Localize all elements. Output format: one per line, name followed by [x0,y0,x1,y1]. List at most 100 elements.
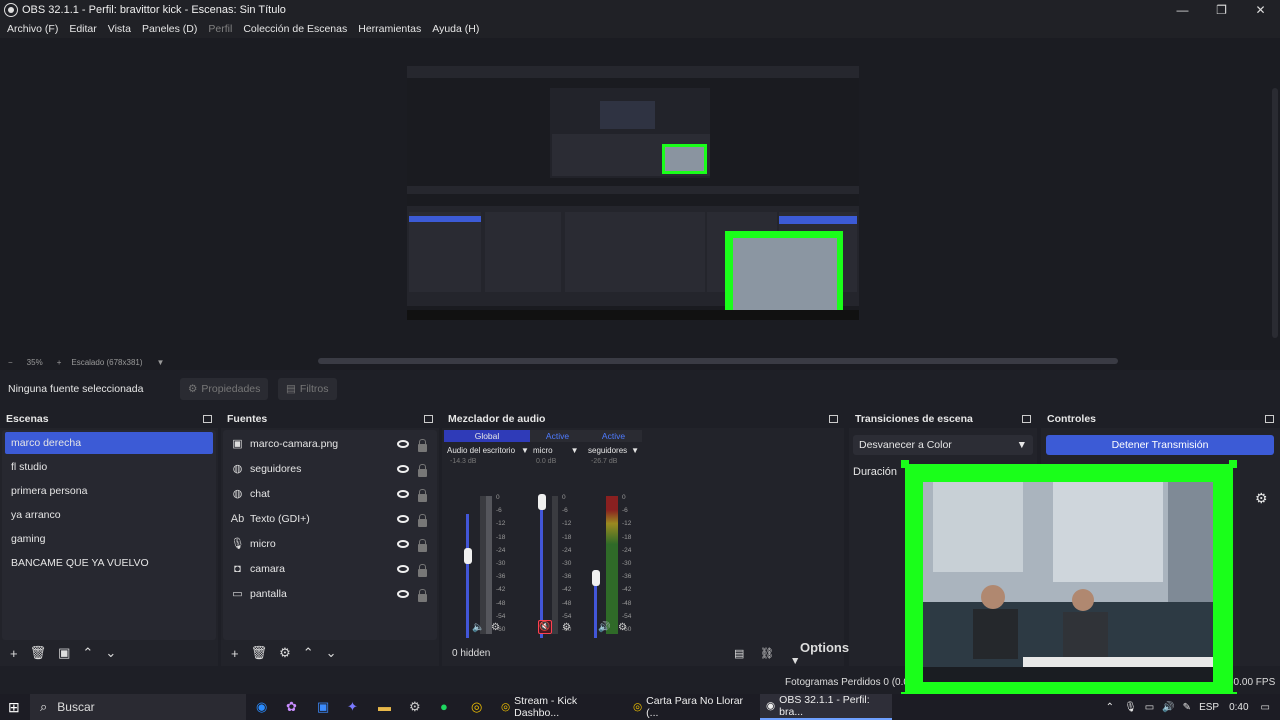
settings-icon[interactable]: ⚙ [409,699,421,715]
lock-icon[interactable] [418,489,427,502]
filters-button[interactable]: ▤ Filtros [278,378,337,400]
task-carta[interactable]: ◎ Carta Para No Llorar (... [627,694,755,720]
copilot-icon[interactable]: ✿ [286,699,297,715]
channel-settings-icon[interactable]: ⚙ [618,622,627,633]
chrome-icon[interactable]: ◎ [471,699,482,715]
lock-icon[interactable] [418,564,427,577]
volume-fader-handle[interactable] [464,548,472,564]
zoom-in-button[interactable]: + [57,358,62,367]
lock-icon[interactable] [418,514,427,527]
undock-icon[interactable] [1022,415,1031,423]
move-up-icon[interactable]: ⌃ [82,645,93,661]
undock-icon[interactable] [424,415,433,423]
properties-button[interactable]: ⚙ Propiedades [180,378,269,400]
add-scene-icon[interactable]: + [10,646,18,661]
volume-fader-track[interactable] [540,500,543,638]
language-indicator[interactable]: ESP [1199,702,1219,713]
task-kick-dashboard[interactable]: ◎ Stream - Kick Dashbo... [495,694,623,720]
eye-icon[interactable] [397,539,409,548]
zoom-out-button[interactable]: − [8,358,13,367]
source-item[interactable]: ▣ marco-camara.png [223,431,437,456]
channel-settings-icon[interactable]: ⚙ [562,622,571,633]
scene-item[interactable]: gaming [5,528,213,550]
source-item[interactable]: ◍ chat [223,481,437,506]
volume-fader-handle[interactable] [538,494,546,510]
mic-tray-icon[interactable]: 🎙 [1124,702,1137,713]
menu-archivo[interactable]: Archivo (F) [7,23,58,35]
spotify-icon[interactable]: ● [440,699,448,714]
move-down-icon[interactable]: ⌄ [326,645,337,661]
program-preview[interactable] [407,66,859,320]
minimize-button[interactable]: — [1163,0,1202,20]
menu-coleccion-escenas[interactable]: Colección de Escenas [243,23,347,35]
undock-icon[interactable] [203,415,212,423]
remove-source-icon[interactable]: 🗑 [251,645,268,661]
link-icon[interactable]: ⛓ [760,647,774,660]
channel-name[interactable]: micro ▼ [530,442,585,458]
menu-ayuda[interactable]: Ayuda (H) [432,23,479,35]
task-obs[interactable]: ◉ OBS 32.1.1 - Perfil: bra... [760,694,892,720]
menu-paneles[interactable]: Paneles (D) [142,23,197,35]
mute-icon[interactable]: 🔇 [538,620,552,634]
move-down-icon[interactable]: ⌄ [105,645,116,661]
lock-icon[interactable] [418,464,427,477]
mute-icon[interactable]: 🔈 [472,622,484,633]
resize-handle[interactable] [901,460,909,468]
eye-icon[interactable] [397,589,409,598]
chevron-up-icon[interactable]: ⌃ [1106,702,1114,713]
volume-icon[interactable]: 🔊 [1162,702,1174,713]
lock-icon[interactable] [418,589,427,602]
eye-icon[interactable] [397,514,409,523]
source-item[interactable]: ▭ pantalla [223,581,437,606]
lock-icon[interactable] [418,439,427,452]
scene-item[interactable]: fl studio [5,456,213,478]
clock[interactable]: 0:40 [1229,702,1248,713]
add-source-icon[interactable]: + [231,646,239,661]
display-icon[interactable]: ▭ [1145,702,1154,713]
preview-vertical-scrollbar[interactable] [1272,88,1278,338]
folder-icon[interactable]: ▬ [378,699,391,714]
channel-name[interactable]: seguidores ▼ [585,442,642,458]
menu-perfil[interactable]: Perfil [208,23,232,35]
channel-name[interactable]: Audio del escritorio ▼ [444,442,530,458]
menu-herramientas[interactable]: Herramientas [358,23,421,35]
source-item[interactable]: ◘ camara [223,556,437,581]
scene-filters-icon[interactable]: ▣ [58,645,70,661]
speaker-icon[interactable]: 🔊 [598,622,610,633]
notifications-icon[interactable]: ▭ [1261,702,1270,713]
eye-icon[interactable] [397,464,409,473]
undock-icon[interactable] [1265,415,1274,423]
transition-select[interactable]: Desvanecer a Color ▼ [853,435,1033,455]
store-icon[interactable]: ▣ [317,699,329,715]
settings-gear-icon[interactable]: ⚙ [1255,490,1268,507]
mixer-layout-icon[interactable]: ▤ [734,647,744,660]
source-settings-icon[interactable]: ⚙ [279,645,291,661]
channel-settings-icon[interactable]: ⚙ [491,622,500,633]
zoom-dropdown-icon[interactable]: ▼ [157,358,165,367]
preview-horizontal-scrollbar[interactable] [318,358,1118,364]
pen-icon[interactable]: ✎ [1183,702,1191,713]
remove-scene-icon[interactable]: 🗑 [30,645,47,661]
move-up-icon[interactable]: ⌃ [303,645,314,661]
scene-item[interactable]: primera persona [5,480,213,502]
menu-editar[interactable]: Editar [69,23,96,35]
edge-icon[interactable]: ◉ [256,699,267,715]
preview-area[interactable] [0,38,1280,354]
scene-item[interactable]: ya arranco [5,504,213,526]
scene-item[interactable]: BANCAME QUE YA VUELVO [5,552,213,574]
source-item[interactable]: 🎙 micro [223,531,437,556]
menu-vista[interactable]: Vista [108,23,131,35]
scene-item[interactable]: marco derecha [5,432,213,454]
eye-icon[interactable] [397,564,409,573]
volume-fader-handle[interactable] [592,570,600,586]
close-button[interactable]: ✕ [1241,0,1280,20]
resize-handle[interactable] [1229,460,1237,468]
eye-icon[interactable] [397,439,409,448]
undock-icon[interactable] [829,415,838,423]
maximize-button[interactable]: ❐ [1202,0,1241,20]
stop-stream-button[interactable]: Detener Transmisión [1046,435,1274,455]
app-icon[interactable]: ✦ [347,699,358,715]
source-item[interactable]: ◍ seguidores [223,456,437,481]
lock-icon[interactable] [418,539,427,552]
source-item[interactable]: Ab Texto (GDI+) [223,506,437,531]
